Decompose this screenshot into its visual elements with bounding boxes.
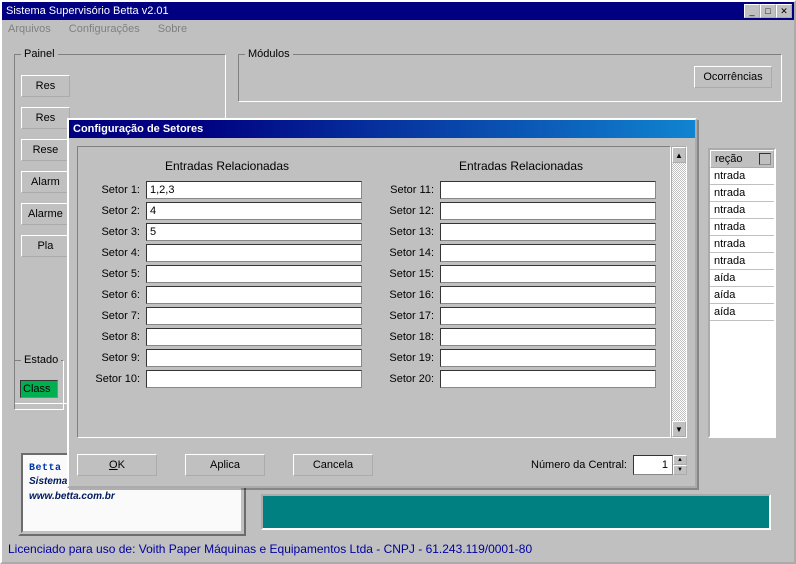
table-row[interactable]: aída xyxy=(710,304,774,321)
painel-btn-0[interactable]: Res xyxy=(21,75,70,97)
dialog-inner-frame: Entradas Relacionadas Setor 1: Setor 2: … xyxy=(77,146,671,438)
minimize-button[interactable]: _ xyxy=(744,4,760,18)
setor-14-label: Setor 14: xyxy=(386,247,440,259)
scroll-down-icon[interactable]: ▼ xyxy=(672,421,686,437)
table-row[interactable]: ntrada xyxy=(710,219,774,236)
setor-19-label: Setor 19: xyxy=(386,352,440,364)
painel-btn-1[interactable]: Res xyxy=(21,107,70,129)
client-area: Painel Res Res Rese Alarm Alarme Pla Mód… xyxy=(2,38,794,562)
main-title: Sistema Supervisório Betta v2.01 xyxy=(6,5,744,17)
spin-down-button[interactable]: ▼ xyxy=(673,465,687,475)
menubar: Arquivos Configurações Sobre xyxy=(2,20,794,38)
num-central-input[interactable] xyxy=(633,455,673,475)
left-column-header: Entradas Relacionadas xyxy=(92,159,362,173)
table-row[interactable]: ntrada xyxy=(710,253,774,270)
table-row[interactable]: ntrada xyxy=(710,168,774,185)
setor-10-label: Setor 10: xyxy=(92,373,146,385)
setor-19-input[interactable] xyxy=(440,349,656,367)
painel-btn-5[interactable]: Pla xyxy=(21,235,70,257)
painel-btn-3[interactable]: Alarm xyxy=(21,171,70,193)
status-panel xyxy=(261,494,771,530)
setor-5-input[interactable] xyxy=(146,265,362,283)
setor-20-input[interactable] xyxy=(440,370,656,388)
header-square-icon xyxy=(759,153,771,165)
setor-3-label: Setor 3: xyxy=(92,226,146,238)
table-row[interactable]: ntrada xyxy=(710,185,774,202)
right-column-header[interactable]: reção xyxy=(710,150,774,168)
menu-sobre[interactable]: Sobre xyxy=(158,23,187,35)
right-column-table: reção ntrada ntrada ntrada ntrada ntrada… xyxy=(708,148,776,438)
setor-11-label: Setor 11: xyxy=(386,184,440,196)
table-row[interactable]: ntrada xyxy=(710,202,774,219)
setor-13-input[interactable] xyxy=(440,223,656,241)
setor-4-input[interactable] xyxy=(146,244,362,262)
setor-11-input[interactable] xyxy=(440,181,656,199)
configuracao-setores-dialog: Configuração de Setores Entradas Relacio… xyxy=(67,118,697,488)
setor-12-input[interactable] xyxy=(440,202,656,220)
setor-16-input[interactable] xyxy=(440,286,656,304)
setor-8-input[interactable] xyxy=(146,328,362,346)
cancela-button[interactable]: Cancela xyxy=(293,454,373,476)
setor-2-label: Setor 2: xyxy=(92,205,146,217)
setor-1-input[interactable] xyxy=(146,181,362,199)
scroll-track[interactable] xyxy=(672,163,686,421)
setor-3-input[interactable] xyxy=(146,223,362,241)
painel-legend: Painel xyxy=(21,48,58,60)
painel-btn-4[interactable]: Alarme xyxy=(21,203,70,225)
table-row[interactable]: ntrada xyxy=(710,236,774,253)
modulos-legend: Módulos xyxy=(245,48,293,60)
setor-6-label: Setor 6: xyxy=(92,289,146,301)
setor-18-label: Setor 18: xyxy=(386,331,440,343)
table-row[interactable]: aída xyxy=(710,287,774,304)
setor-20-label: Setor 20: xyxy=(386,373,440,385)
setor-17-input[interactable] xyxy=(440,307,656,325)
dialog-titlebar[interactable]: Configuração de Setores xyxy=(69,120,695,138)
setor-14-input[interactable] xyxy=(440,244,656,262)
class-flag: Class xyxy=(20,380,58,398)
menu-config[interactable]: Configurações xyxy=(69,23,140,35)
setor-13-label: Setor 13: xyxy=(386,226,440,238)
setor-15-input[interactable] xyxy=(440,265,656,283)
setor-6-input[interactable] xyxy=(146,286,362,304)
setor-15-label: Setor 15: xyxy=(386,268,440,280)
spin-up-button[interactable]: ▲ xyxy=(673,455,687,465)
setor-8-label: Setor 8: xyxy=(92,331,146,343)
aplica-button[interactable]: Aplica xyxy=(185,454,265,476)
ok-button[interactable]: OK xyxy=(77,454,157,476)
dialog-title: Configuração de Setores xyxy=(73,123,203,135)
dialog-vertical-scrollbar[interactable]: ▲ ▼ xyxy=(671,146,687,438)
setor-9-input[interactable] xyxy=(146,349,362,367)
num-central-label: Número da Central: xyxy=(531,459,627,471)
brand-line2: www.betta.com.br xyxy=(23,489,241,504)
license-footer: Licenciado para uso de: Voith Paper Máqu… xyxy=(8,542,532,556)
ocorrencias-button[interactable]: Ocorrências xyxy=(694,66,772,88)
setor-4-label: Setor 4: xyxy=(92,247,146,259)
setor-2-input[interactable] xyxy=(146,202,362,220)
setor-9-label: Setor 9: xyxy=(92,352,146,364)
menu-arquivos[interactable]: Arquivos xyxy=(8,23,51,35)
main-titlebar: Sistema Supervisório Betta v2.01 _ □ ✕ xyxy=(2,2,794,20)
setor-10-input[interactable] xyxy=(146,370,362,388)
right-column-header: Entradas Relacionadas xyxy=(386,159,656,173)
maximize-button[interactable]: □ xyxy=(760,4,776,18)
setores-left-column: Entradas Relacionadas Setor 1: Setor 2: … xyxy=(92,159,362,437)
setor-16-label: Setor 16: xyxy=(386,289,440,301)
estado-legend: Estado xyxy=(21,354,61,366)
close-button[interactable]: ✕ xyxy=(776,4,792,18)
setores-right-column: Entradas Relacionadas Setor 11: Setor 12… xyxy=(386,159,656,437)
setor-1-label: Setor 1: xyxy=(92,184,146,196)
setor-17-label: Setor 17: xyxy=(386,310,440,322)
setor-18-input[interactable] xyxy=(440,328,656,346)
table-row[interactable]: aída xyxy=(710,270,774,287)
main-window: Sistema Supervisório Betta v2.01 _ □ ✕ A… xyxy=(0,0,796,564)
setor-7-input[interactable] xyxy=(146,307,362,325)
setor-7-label: Setor 7: xyxy=(92,310,146,322)
setor-12-label: Setor 12: xyxy=(386,205,440,217)
scroll-up-icon[interactable]: ▲ xyxy=(672,147,686,163)
setor-5-label: Setor 5: xyxy=(92,268,146,280)
painel-btn-2[interactable]: Rese xyxy=(21,139,70,161)
